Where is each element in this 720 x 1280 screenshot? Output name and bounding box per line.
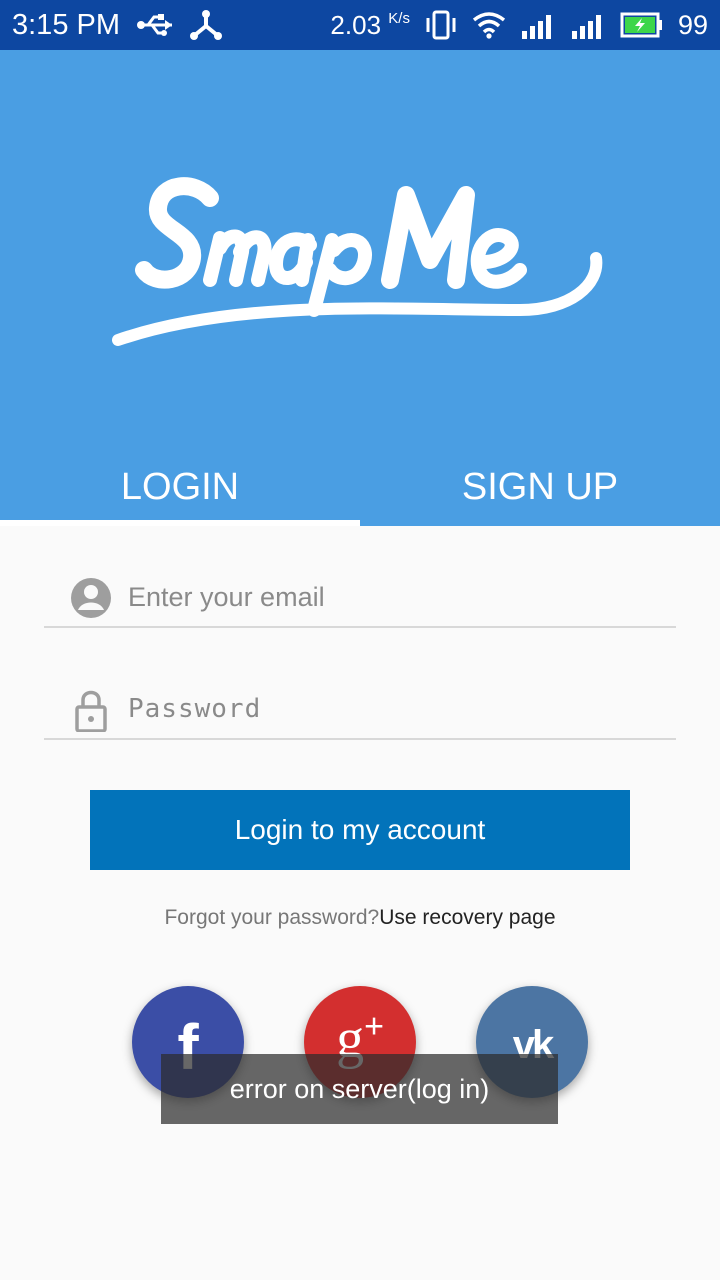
recovery-link[interactable]: Use recovery page [379, 906, 555, 929]
login-button[interactable]: Login to my account [90, 790, 630, 870]
recovery-row: Forgot your password?Use recovery page [0, 906, 720, 930]
password-input[interactable] [126, 680, 660, 738]
battery-icon [620, 12, 662, 38]
email-input[interactable] [126, 568, 660, 626]
password-field [44, 680, 676, 740]
tab-sign-up[interactable]: SIGN UP [360, 448, 720, 526]
share-icon [190, 10, 222, 40]
signal-icon [571, 15, 601, 39]
email-field [44, 568, 676, 628]
status-bar: 3:15 PM 2.03 K/s 99 [0, 0, 720, 50]
vibrate-icon [426, 10, 456, 40]
wifi-icon [472, 12, 506, 39]
battery-percent: 99 [677, 9, 708, 40]
tab-sign-up-label: SIGN UP [461, 465, 619, 508]
lock-icon [75, 690, 107, 732]
tab-login-label: LOGIN [120, 465, 240, 508]
tab-login[interactable]: LOGIN [0, 448, 360, 526]
usb-icon [137, 14, 172, 36]
toast-message: error on server(log in) [229, 1073, 490, 1104]
app-header: LOGIN SIGN UP [0, 50, 720, 526]
person-icon [71, 578, 111, 618]
smapme-logo [112, 177, 603, 346]
signal-icon [521, 15, 551, 39]
status-time: 3:15 PM [12, 8, 120, 41]
network-speed: 2.03 K/s [330, 9, 410, 40]
auth-tabs: LOGIN SIGN UP [0, 448, 720, 526]
error-toast: error on server(log in) [161, 1054, 558, 1124]
forgot-password-text: Forgot your password? [164, 906, 380, 929]
